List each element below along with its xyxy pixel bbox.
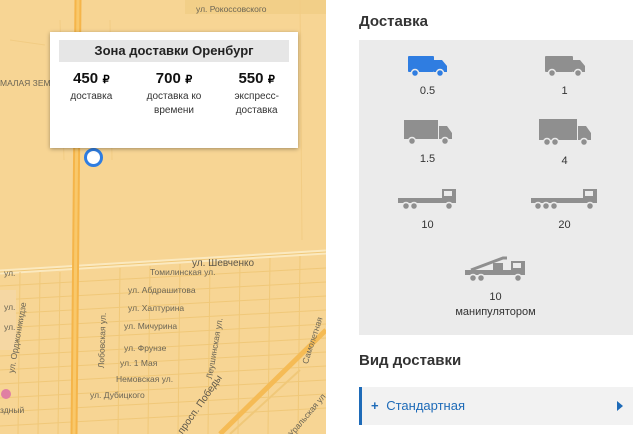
popup-title: Зона доставки Оренбург [59,40,289,62]
street-label: Немовская ул. [116,374,174,384]
box-truck-icon [403,120,452,146]
delivery-title: Доставка [359,13,428,30]
chevron-right-icon [617,401,623,411]
street-label: ул. 1 Мая [120,358,158,368]
ruble-sign: ₽ [267,74,275,86]
long-flatbed-truck-icon [530,189,597,211]
flatbed-truck-icon [397,189,456,211]
truck-capacity: 20 [558,219,571,231]
street-label: ул. Рокоссовского [196,4,267,14]
delivery-type-standard[interactable]: + Стандартная [359,387,633,425]
rate-label: доставка [70,91,113,102]
truck-option-crane[interactable]: 10 манипулятором [427,254,564,319]
rate-express: 550 ₽ экспресс-доставка [215,70,298,118]
street-label: ул. Мичурина [124,321,178,331]
truck-capacity: 10 [421,219,434,231]
truck-option-4[interactable]: 4 [496,118,633,168]
delivery-map[interactable]: ул. Рокоссовского МАЛАЯ ЗЕМЛ ул. Шевченк… [0,0,326,434]
box-truck-large-icon [538,119,591,147]
truck-capacity: 10 [489,291,502,303]
truck-option-10[interactable]: 10 [359,186,496,232]
rate-timed: 700 ₽ доставка ко времени [133,70,216,118]
truck-option-1-5[interactable]: 1.5 [359,118,496,166]
truck-selector: 0.5 1 1.5 4 10 20 10 манипулятором [359,40,633,335]
truck-capacity: 1.5 [419,153,436,165]
truck-option-0-5[interactable]: 0.5 [359,52,496,98]
crane-truck-icon [464,256,525,283]
street-label: ул. Фрунзе [124,343,167,353]
truck-capacity: 4 [561,155,568,167]
street-label: ул. Дубицкого [90,390,145,400]
delivery-zone-popup: Зона доставки Оренбург 450 ₽ доставка 70… [50,32,298,148]
map-location-marker[interactable] [84,148,103,167]
delivery-type-title: Вид доставки [359,352,462,369]
truck-capacity: 1 [561,85,568,97]
rate-price: 700 [155,70,181,87]
ruble-sign: ₽ [102,74,110,86]
street-label: ул. [4,302,16,312]
rate-price: 450 [73,70,99,87]
street-label: Томилинская ул. [150,267,216,277]
street-label: здный [0,405,25,415]
truck-sublabel: манипулятором [455,306,536,318]
street-label: Лобовская ул. [96,312,108,369]
delivery-type-label: Стандартная [386,398,465,413]
truck-option-20[interactable]: 20 [496,186,633,232]
truck-capacity: 0.5 [419,85,436,97]
street-label: МАЛАЯ ЗЕМЛ [0,78,57,88]
street-label: ул. Абдрашитова [128,285,196,295]
van-icon [544,56,585,78]
street-label: ул. Халтурина [128,303,185,313]
truck-option-1[interactable]: 1 [496,52,633,98]
ruble-sign: ₽ [185,74,193,86]
rate-price: 550 [238,70,264,87]
street-label: ул. [4,268,16,278]
rates-row: 450 ₽ доставка 700 ₽ доставка ко времени… [50,70,298,118]
small-van-icon [407,56,447,78]
rate-label: доставка ко времени [146,91,202,116]
delivery-panel: Доставка 0.5 1 1.5 4 10 20 10 манипулято… [343,0,640,434]
rate-label: экспресс-доставка [234,91,279,116]
rate-standard: 450 ₽ доставка [50,70,133,118]
plus-icon: + [371,398,379,413]
